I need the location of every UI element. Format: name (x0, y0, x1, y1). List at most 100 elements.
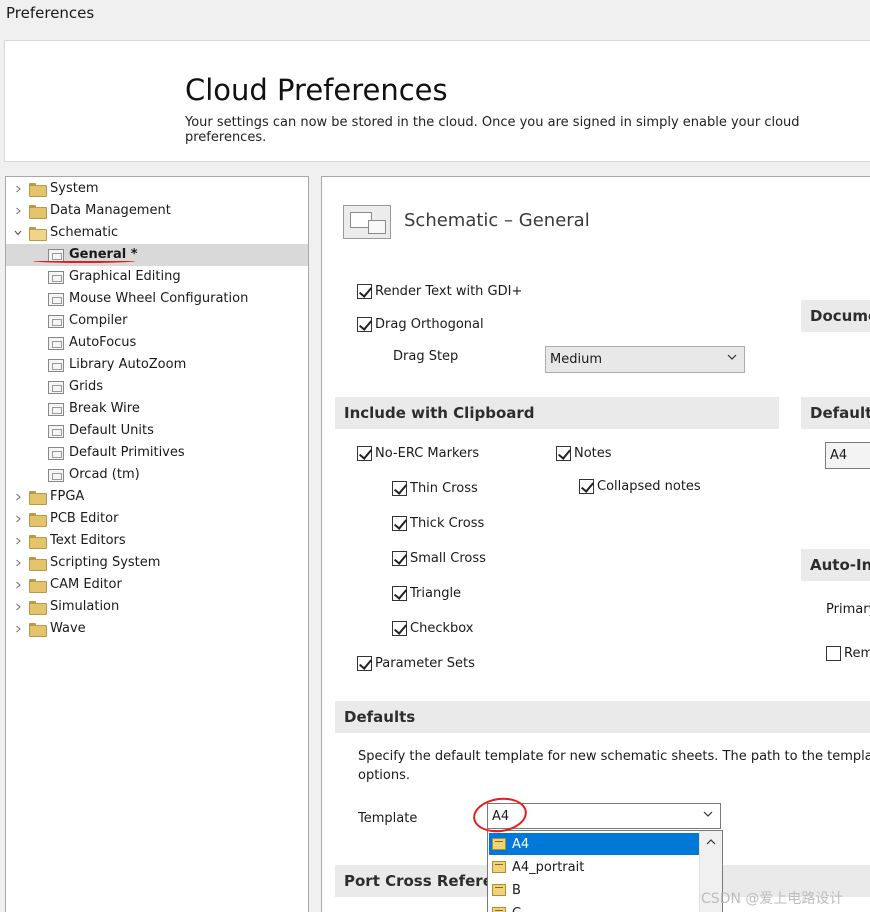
chevron-down-icon[interactable] (13, 228, 23, 238)
default-size-value: A4 (830, 448, 848, 463)
notes-checkbox[interactable]: Notes (556, 446, 612, 461)
rem-checkbox[interactable]: Rem (826, 646, 870, 661)
folder-icon (29, 227, 47, 241)
template-option[interactable]: A4 (489, 833, 699, 855)
document-section-header: Docume (801, 300, 870, 332)
settings-page-icon (48, 359, 64, 372)
template-option[interactable]: B (489, 879, 699, 901)
chevron-right-icon[interactable] (13, 624, 23, 634)
folder-icon (29, 601, 47, 615)
checkbox-box[interactable] (392, 621, 407, 636)
drag-orthogonal-checkbox[interactable]: Drag Orthogonal (357, 317, 484, 332)
tree-item-label: Break Wire (69, 401, 140, 416)
template-file-icon (492, 884, 506, 896)
small-cross-checkbox[interactable]: Small Cross (392, 551, 486, 566)
collapsed-notes-checkbox[interactable]: Collapsed notes (579, 479, 701, 494)
chevron-up-icon[interactable] (705, 836, 717, 848)
tree-item-data-management[interactable]: Data Management (6, 200, 308, 222)
template-option[interactable]: C (489, 902, 699, 912)
tree-item-cam-editor[interactable]: CAM Editor (6, 574, 308, 596)
checkbox-box[interactable] (579, 479, 594, 494)
tree-item-mouse-wheel-configuration[interactable]: Mouse Wheel Configuration (6, 288, 308, 310)
rem-label: Rem (844, 646, 870, 661)
tree-item-grids[interactable]: Grids (6, 376, 308, 398)
tree-item-label: AutoFocus (69, 335, 137, 350)
checkbox-box[interactable] (392, 586, 407, 601)
settings-page-icon (48, 293, 64, 306)
tree-item-label: Wave (50, 621, 86, 636)
default-section-title: Default (810, 404, 870, 422)
chevron-right-icon[interactable] (13, 602, 23, 612)
thin-cross-checkbox[interactable]: Thin Cross (392, 481, 478, 496)
render-text-gdi-checkbox[interactable]: Render Text with GDI+ (357, 284, 522, 299)
chevron-right-icon[interactable] (13, 206, 23, 216)
checkbox-box[interactable] (826, 646, 841, 661)
triangle-checkbox[interactable]: Triangle (392, 586, 461, 601)
tree-item-general[interactable]: General * (6, 244, 308, 266)
tree-item-pcb-editor[interactable]: PCB Editor (6, 508, 308, 530)
checkbox-marker-checkbox[interactable]: Checkbox (392, 621, 474, 636)
tree-item-simulation[interactable]: Simulation (6, 596, 308, 618)
chevron-right-icon[interactable] (13, 514, 23, 524)
render-text-gdi-label: Render Text with GDI+ (375, 284, 523, 299)
defaults-section-title: Defaults (344, 708, 416, 726)
drag-step-select[interactable]: Medium (545, 346, 745, 373)
checkbox-box[interactable] (392, 551, 407, 566)
tree-item-library-autozoom[interactable]: Library AutoZoom (6, 354, 308, 376)
template-dropdown-list[interactable]: A4 A4_portrait B C (487, 830, 723, 912)
template-option[interactable]: A4_portrait (489, 856, 699, 878)
tree-item-label: Mouse Wheel Configuration (69, 291, 249, 306)
banner-subtitle: Your settings can now be stored in the c… (185, 115, 800, 145)
tree-item-fpga[interactable]: FPGA (6, 486, 308, 508)
auto-increment-section-title: Auto-In (810, 556, 870, 574)
chevron-right-icon[interactable] (13, 536, 23, 546)
chevron-right-icon[interactable] (13, 492, 23, 502)
tree-item-orcad-tm[interactable]: Orcad (tm) (6, 464, 308, 486)
folder-icon (29, 535, 47, 549)
parameter-sets-checkbox[interactable]: Parameter Sets (357, 656, 475, 671)
tree-item-default-units[interactable]: Default Units (6, 420, 308, 442)
thin-cross-label: Thin Cross (410, 481, 478, 496)
tree-item-default-primitives[interactable]: Default Primitives (6, 442, 308, 464)
tree-item-wave[interactable]: Wave (6, 618, 308, 640)
notes-label: Notes (574, 446, 612, 461)
tree-item-text-editors[interactable]: Text Editors (6, 530, 308, 552)
tree-item-compiler[interactable]: Compiler (6, 310, 308, 332)
tree-item-graphical-editing[interactable]: Graphical Editing (6, 266, 308, 288)
checkbox-box[interactable] (357, 656, 372, 671)
checkbox-box[interactable] (392, 516, 407, 531)
default-size-select[interactable]: A4 (825, 442, 870, 469)
primary-label: Primary (826, 602, 870, 617)
settings-page-icon (48, 271, 64, 284)
folder-icon (29, 183, 47, 197)
tree-item-schematic[interactable]: Schematic (6, 222, 308, 244)
settings-page-icon (48, 425, 64, 438)
tree-item-label: System (50, 181, 99, 196)
chevron-right-icon[interactable] (13, 580, 23, 590)
checkbox-box[interactable] (556, 446, 571, 461)
annotation-underline (33, 259, 135, 263)
tree-item-system[interactable]: System (6, 178, 308, 200)
chevron-right-icon[interactable] (13, 184, 23, 194)
checkbox-box[interactable] (357, 317, 372, 332)
settings-page-icon (48, 469, 64, 482)
tree-item-label: Library AutoZoom (69, 357, 187, 372)
checkbox-box[interactable] (357, 284, 372, 299)
tree-item-autofocus[interactable]: AutoFocus (6, 332, 308, 354)
folder-icon (29, 491, 47, 505)
template-label: Template (358, 811, 418, 826)
settings-page-icon (48, 337, 64, 350)
tree-item-scripting-system[interactable]: Scripting System (6, 552, 308, 574)
tree-item-label: Grids (69, 379, 104, 394)
small-cross-label: Small Cross (410, 551, 486, 566)
tree-item-break-wire[interactable]: Break Wire (6, 398, 308, 420)
drag-step-label: Drag Step (393, 349, 459, 364)
no-erc-markers-checkbox[interactable]: No-ERC Markers (357, 446, 479, 461)
checkbox-box[interactable] (357, 446, 372, 461)
settings-page-icon (48, 403, 64, 416)
tree-item-label: FPGA (50, 489, 85, 504)
chevron-right-icon[interactable] (13, 558, 23, 568)
thick-cross-checkbox[interactable]: Thick Cross (392, 516, 484, 531)
template-file-icon (492, 907, 506, 912)
checkbox-box[interactable] (392, 481, 407, 496)
